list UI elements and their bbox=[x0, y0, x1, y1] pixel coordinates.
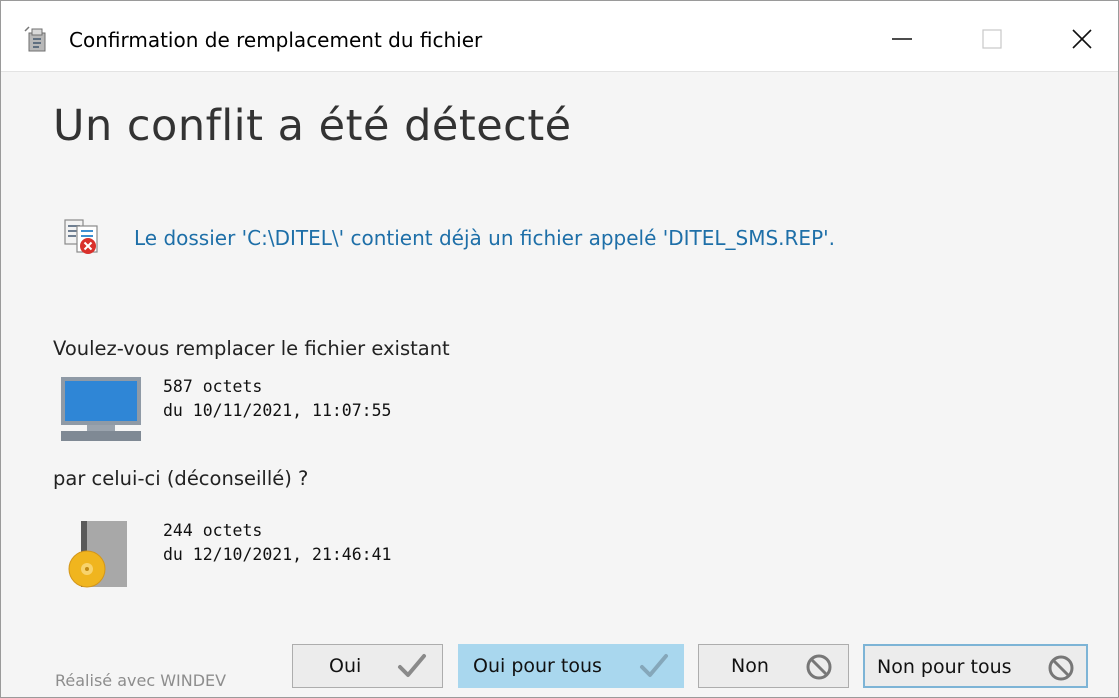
computer-icon bbox=[59, 375, 143, 445]
check-icon bbox=[640, 654, 668, 677]
existing-file-size: 587 octets bbox=[163, 377, 263, 396]
prohibited-icon bbox=[1048, 655, 1074, 681]
existing-file-date: du 10/11/2021, 11:07:55 bbox=[163, 401, 392, 420]
yes-button[interactable]: Oui bbox=[292, 644, 443, 688]
replacement-file-info: 244 octets du 12/10/2021, 21:46:41 bbox=[163, 519, 391, 567]
replace-question: Voulez-vous remplacer le fichier existan… bbox=[53, 337, 450, 360]
close-button[interactable] bbox=[1056, 13, 1108, 65]
dialog-window: Confirmation de remplacement du fichier … bbox=[0, 0, 1119, 698]
install-package-icon bbox=[67, 519, 131, 591]
minimize-icon bbox=[892, 38, 912, 40]
no-to-all-button[interactable]: Non pour tous bbox=[863, 644, 1088, 688]
replacement-question: par celui-ci (déconseillé) ? bbox=[53, 467, 309, 490]
no-button-label: Non bbox=[731, 655, 769, 677]
conflict-message: Le dossier 'C:\DITEL\' contient déjà un … bbox=[134, 226, 835, 250]
maximize-button[interactable] bbox=[966, 13, 1018, 65]
yes-button-label: Oui bbox=[329, 655, 362, 677]
no-to-all-label: Non pour tous bbox=[877, 656, 1012, 678]
minimize-button[interactable] bbox=[876, 13, 928, 65]
windev-credit: Réalisé avec WINDEV bbox=[55, 671, 227, 690]
title-bar[interactable]: Confirmation de remplacement du fichier bbox=[1, 1, 1118, 72]
file-conflict-icon bbox=[61, 216, 105, 260]
window-title: Confirmation de remplacement du fichier bbox=[69, 28, 483, 52]
replacement-file-size: 244 octets bbox=[163, 521, 263, 540]
existing-file-info: 587 octets du 10/11/2021, 11:07:55 bbox=[163, 375, 391, 423]
close-icon bbox=[1072, 29, 1092, 49]
app-icon bbox=[23, 25, 51, 53]
prohibited-icon bbox=[806, 654, 832, 680]
dialog-heading: Un conflit a été détecté bbox=[53, 101, 572, 151]
maximize-icon bbox=[982, 29, 1002, 49]
replacement-file-date: du 12/10/2021, 21:46:41 bbox=[163, 545, 392, 564]
yes-to-all-button[interactable]: Oui pour tous bbox=[458, 644, 684, 688]
no-button[interactable]: Non bbox=[698, 644, 849, 688]
check-icon bbox=[398, 654, 426, 677]
yes-to-all-label: Oui pour tous bbox=[473, 655, 602, 677]
